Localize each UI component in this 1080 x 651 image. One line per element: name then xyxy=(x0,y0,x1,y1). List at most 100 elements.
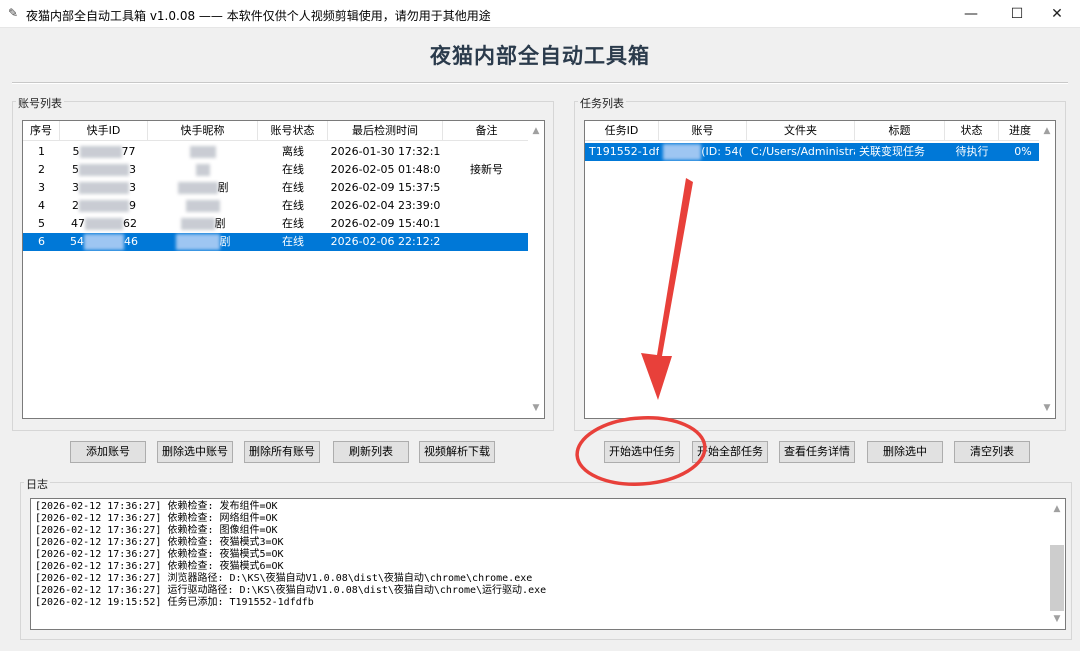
log-line: [2026-02-12 17:36:27] 依赖检查: 网络组件=OK xyxy=(35,513,278,524)
status-cell: 离线 xyxy=(282,145,304,158)
nickname-suffix: 剧 xyxy=(217,181,229,194)
column-header[interactable]: 最后检测时间 xyxy=(328,121,443,141)
log-line: [2026-02-12 17:36:27] 依赖检查: 夜猫模式6=OK xyxy=(35,561,284,572)
task-id-cell: T191552-1df xyxy=(589,145,659,158)
account-id-cell: 29 xyxy=(60,197,148,215)
refresh-list-button[interactable]: 刷新列表 xyxy=(333,441,409,463)
column-header[interactable]: 状态 xyxy=(945,121,999,141)
delete-selected-task-button[interactable]: 删除选中 xyxy=(867,441,943,463)
redacted-blur xyxy=(177,182,218,194)
scroll-down-icon[interactable]: ▼ xyxy=(528,400,544,416)
time-cell: 2026-02-09 15:37:5 xyxy=(330,181,441,194)
redacted-blur xyxy=(79,164,129,176)
redacted-blur xyxy=(180,218,215,230)
table-row[interactable]: 4 29 在线 2026-02-04 23:39:0 xyxy=(23,197,530,215)
task-account-cell: (ID: 54( xyxy=(659,143,747,161)
account-id-prefix: 5 xyxy=(72,163,79,176)
view-task-details-button[interactable]: 查看任务详情 xyxy=(779,441,855,463)
header-divider xyxy=(12,82,1068,84)
column-header[interactable]: 任务ID xyxy=(585,121,659,141)
column-header[interactable]: 序号 xyxy=(23,121,60,141)
column-header[interactable]: 快手ID xyxy=(60,121,148,141)
redacted-blur xyxy=(196,164,210,176)
account-id-prefix: 5 xyxy=(72,145,80,158)
account-id-cell: 5 77 xyxy=(60,143,148,161)
log-line: [2026-02-12 17:36:27] 依赖检查: 夜猫模式5=OK xyxy=(35,549,284,560)
tasks-table-header: 任务ID 账号 文件夹 标题 状态 进度 xyxy=(585,121,1041,141)
account-id-suffix: 77 xyxy=(121,145,136,158)
log-scrollbar[interactable]: ▲ ▼ xyxy=(1049,499,1065,629)
log-line: [2026-02-12 17:36:27] 依赖检查: 夜猫模式3=OK xyxy=(35,537,284,548)
accounts-table-header: 序号 快手ID 快手昵称 账号状态 最后检测时间 备注 xyxy=(23,121,530,141)
time-cell: 2026-02-05 01:48:0 xyxy=(330,163,441,176)
task-account-suffix: (ID: 54( xyxy=(701,145,743,158)
scroll-up-icon[interactable]: ▲ xyxy=(1039,123,1055,139)
column-header[interactable]: 文件夹 xyxy=(747,121,855,141)
nickname-cell: 剧 xyxy=(148,233,258,251)
note-cell xyxy=(443,233,530,251)
status-cell: 在线 xyxy=(282,217,304,230)
nickname-suffix: 剧 xyxy=(214,217,226,230)
account-id-cell: 53 xyxy=(60,161,148,179)
scroll-up-icon[interactable]: ▲ xyxy=(528,123,544,139)
table-row[interactable]: 2 53 在线 2026-02-05 01:48:0 接新号 xyxy=(23,161,530,179)
video-parse-download-button[interactable]: 视频解析下载 xyxy=(419,441,495,463)
table-row[interactable]: 5 47 62 剧 在线 2026-02-09 15:40:1 xyxy=(23,215,530,233)
note-cell xyxy=(443,197,530,215)
scroll-thumb[interactable] xyxy=(1050,545,1064,611)
redacted-blur xyxy=(79,146,122,158)
column-header[interactable]: 账号状态 xyxy=(258,121,328,141)
log-line: [2026-02-12 17:36:27] 依赖检查: 发布组件=OK xyxy=(35,501,278,512)
note-cell: 接新号 xyxy=(470,163,503,176)
delete-selected-account-button[interactable]: 删除选中账号 xyxy=(157,441,233,463)
row-index: 6 xyxy=(38,235,45,248)
log-textarea[interactable]: [2026-02-12 17:36:27] 依赖检查: 发布组件=OK [202… xyxy=(30,498,1066,630)
nickname-cell xyxy=(148,161,258,179)
account-id-suffix: 3 xyxy=(129,163,136,176)
scroll-down-icon[interactable]: ▼ xyxy=(1039,400,1055,416)
folder-cell: C:/Users/Administra xyxy=(751,145,855,158)
start-selected-task-button[interactable]: 开始选中任务 xyxy=(604,441,680,463)
column-header[interactable]: 账号 xyxy=(659,121,747,141)
row-index: 5 xyxy=(38,217,45,230)
row-index: 3 xyxy=(38,181,45,194)
column-header[interactable]: 标题 xyxy=(855,121,945,141)
delete-all-accounts-button[interactable]: 删除所有账号 xyxy=(244,441,320,463)
nickname-cell xyxy=(148,143,258,161)
column-header[interactable]: 快手昵称 xyxy=(148,121,258,141)
table-row-selected[interactable]: 6 54 46 剧 在线 2026-02-06 22:12:2 xyxy=(23,233,530,251)
tasks-table[interactable]: 任务ID 账号 文件夹 标题 状态 进度 T191552-1df (ID: 54… xyxy=(584,120,1056,419)
scroll-up-icon[interactable]: ▲ xyxy=(1049,501,1065,517)
nickname-cell xyxy=(148,197,258,215)
accounts-table[interactable]: 序号 快手ID 快手昵称 账号状态 最后检测时间 备注 1 5 77 离线 202… xyxy=(22,120,545,419)
nickname-cell: 剧 xyxy=(148,179,258,197)
table-row[interactable]: 1 5 77 离线 2026-01-30 17:32:1 xyxy=(23,143,530,161)
clear-list-button[interactable]: 清空列表 xyxy=(954,441,1030,463)
note-cell xyxy=(443,179,530,197)
account-id-prefix: 47 xyxy=(71,217,85,230)
row-index: 1 xyxy=(38,145,45,158)
redacted-blur xyxy=(663,144,702,160)
minimize-button[interactable]: — xyxy=(948,0,994,28)
start-all-tasks-button[interactable]: 开始全部任务 xyxy=(692,441,768,463)
nickname-cell: 剧 xyxy=(148,215,258,233)
redacted-blur xyxy=(175,234,220,250)
time-cell: 2026-02-04 23:39:0 xyxy=(330,199,441,212)
close-button[interactable]: ✕ xyxy=(1034,0,1080,28)
column-header[interactable]: 备注 xyxy=(443,121,530,141)
add-account-button[interactable]: 添加账号 xyxy=(70,441,146,463)
status-cell: 在线 xyxy=(282,199,304,212)
nickname-suffix: 剧 xyxy=(219,235,231,248)
row-index: 4 xyxy=(38,199,45,212)
feather-icon: ✎ xyxy=(8,6,19,20)
table-row[interactable]: 3 33 剧 在线 2026-02-09 15:37:5 xyxy=(23,179,530,197)
scroll-down-icon[interactable]: ▼ xyxy=(1049,611,1065,627)
column-header[interactable]: 进度 xyxy=(999,121,1041,141)
account-id-cell: 54 46 xyxy=(60,233,148,251)
log-line: [2026-02-12 19:15:52] 任务已添加: T191552-1df… xyxy=(35,597,314,608)
log-line: [2026-02-12 17:36:27] 运行驱动路径: D:\KS\夜猫自动… xyxy=(35,585,547,596)
table-row-selected[interactable]: T191552-1df (ID: 54( C:/Users/Administra… xyxy=(585,143,1047,161)
accounts-scrollbar[interactable]: ▲ ▼ xyxy=(528,121,544,418)
account-id-cell: 33 xyxy=(60,179,148,197)
tasks-scrollbar[interactable]: ▲ ▼ xyxy=(1039,121,1055,418)
